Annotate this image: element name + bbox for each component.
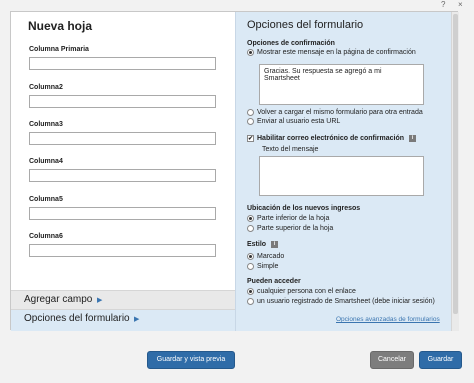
- field-columna6: Columna6: [29, 233, 219, 257]
- field-columna4: Columna4: [29, 158, 219, 182]
- field-label: Columna Primaria: [29, 46, 89, 53]
- form-fields-panel: Nueva hoja Columna Primaria Columna2 Col…: [11, 12, 235, 295]
- message-text-label: Texto del mensaje: [262, 146, 319, 153]
- option-label: un usuario registrado de Smartsheet (deb…: [257, 298, 435, 305]
- field-label: Columna5: [29, 196, 63, 203]
- location-top-option[interactable]: Parte superior de la hoja: [247, 225, 333, 232]
- close-icon[interactable]: ×: [458, 0, 463, 9]
- cancel-button[interactable]: Cancelar: [370, 351, 414, 369]
- radio-icon[interactable]: [247, 263, 254, 270]
- field-columna-primaria: Columna Primaria: [29, 46, 219, 70]
- new-entries-location-heading: Ubicación de los nuevos ingresos: [247, 205, 361, 212]
- field-columna3: Columna3: [29, 121, 219, 145]
- radio-icon[interactable]: [247, 298, 254, 305]
- field-input[interactable]: [29, 57, 216, 70]
- chevron-right-icon: ▶: [134, 316, 140, 323]
- confirmation-message-input[interactable]: Gracias. Su respuesta se agregó a mi Sma…: [259, 64, 424, 105]
- email-message-input[interactable]: [259, 156, 424, 196]
- help-icon[interactable]: ?: [441, 0, 445, 9]
- confirmation-heading: Opciones de confirmación: [247, 40, 335, 47]
- location-bottom-option[interactable]: Parte inferior de la hoja: [247, 215, 329, 222]
- field-label: Columna6: [29, 233, 63, 240]
- access-heading: Pueden acceder: [247, 278, 301, 285]
- add-field-section[interactable]: Agregar campo ▶: [11, 290, 235, 310]
- info-icon[interactable]: i: [409, 135, 417, 142]
- sheet-title: Nueva hoja: [28, 19, 93, 33]
- field-input[interactable]: [29, 207, 216, 220]
- field-label: Columna4: [29, 158, 63, 165]
- radio-icon[interactable]: [247, 109, 254, 116]
- scrollbar-thumb[interactable]: [453, 14, 458, 314]
- option-label: Volver a cargar el mismo formulario para…: [257, 109, 423, 116]
- style-heading-label: Estilo: [247, 241, 267, 248]
- options-title: Opciones del formulario: [247, 19, 364, 31]
- checkbox-checked-icon[interactable]: ✔: [247, 135, 254, 142]
- style-heading: Estilo i: [247, 241, 279, 248]
- form-builder-dialog: Nueva hoja Columna Primaria Columna2 Col…: [10, 11, 459, 331]
- style-marked-option[interactable]: Marcado: [247, 253, 284, 260]
- field-input[interactable]: [29, 132, 216, 145]
- chevron-right-icon: ▶: [97, 297, 103, 304]
- option-label: Marcado: [257, 253, 285, 260]
- field-columna5: Columna5: [29, 196, 219, 220]
- confirm-url-option[interactable]: Enviar al usuario esta URL: [247, 118, 340, 125]
- option-label: cualquier persona con el enlace: [257, 288, 356, 295]
- window-top-bar: [0, 0, 474, 10]
- options-scrollbar[interactable]: [451, 12, 459, 331]
- form-options-label: Opciones del formulario: [24, 313, 130, 324]
- field-label: Columna3: [29, 121, 63, 128]
- radio-selected-icon[interactable]: [247, 215, 254, 222]
- field-input[interactable]: [29, 95, 216, 108]
- option-label: Habilitar correo electrónico de confirma…: [257, 135, 405, 142]
- field-columna2: Columna2: [29, 84, 219, 108]
- save-and-preview-button[interactable]: Guardar y vista previa: [147, 351, 235, 369]
- field-input[interactable]: [29, 244, 216, 257]
- confirm-reload-option[interactable]: Volver a cargar el mismo formulario para…: [247, 109, 423, 116]
- advanced-options-link[interactable]: Opciones avanzadas de formularios: [336, 316, 440, 323]
- add-field-label: Agregar campo: [24, 294, 93, 305]
- confirm-show-message-option[interactable]: Mostrar este mensaje en la página de con…: [247, 49, 416, 56]
- option-label: Enviar al usuario esta URL: [257, 118, 341, 125]
- save-button[interactable]: Guardar: [419, 351, 462, 369]
- option-label: Parte inferior de la hoja: [257, 215, 330, 222]
- info-icon[interactable]: i: [271, 241, 279, 248]
- email-confirmation-option[interactable]: ✔ Habilitar correo electrónico de confir…: [247, 135, 417, 142]
- field-label: Columna2: [29, 84, 63, 91]
- option-label: Mostrar este mensaje en la página de con…: [257, 49, 416, 56]
- form-options-section[interactable]: Opciones del formulario ▶: [11, 310, 235, 331]
- style-simple-option[interactable]: Simple: [247, 263, 278, 270]
- access-registered-option[interactable]: un usuario registrado de Smartsheet (deb…: [247, 298, 435, 305]
- option-label: Simple: [257, 263, 279, 270]
- radio-selected-icon[interactable]: [247, 288, 254, 295]
- radio-icon[interactable]: [247, 118, 254, 125]
- option-label: Parte superior de la hoja: [257, 225, 334, 232]
- radio-icon[interactable]: [247, 225, 254, 232]
- form-options-panel: Opciones del formulario Opciones de conf…: [235, 12, 451, 331]
- field-input[interactable]: [29, 169, 216, 182]
- access-anyone-option[interactable]: cualquier persona con el enlace: [247, 288, 356, 295]
- radio-selected-icon[interactable]: [247, 49, 254, 56]
- radio-selected-icon[interactable]: [247, 253, 254, 260]
